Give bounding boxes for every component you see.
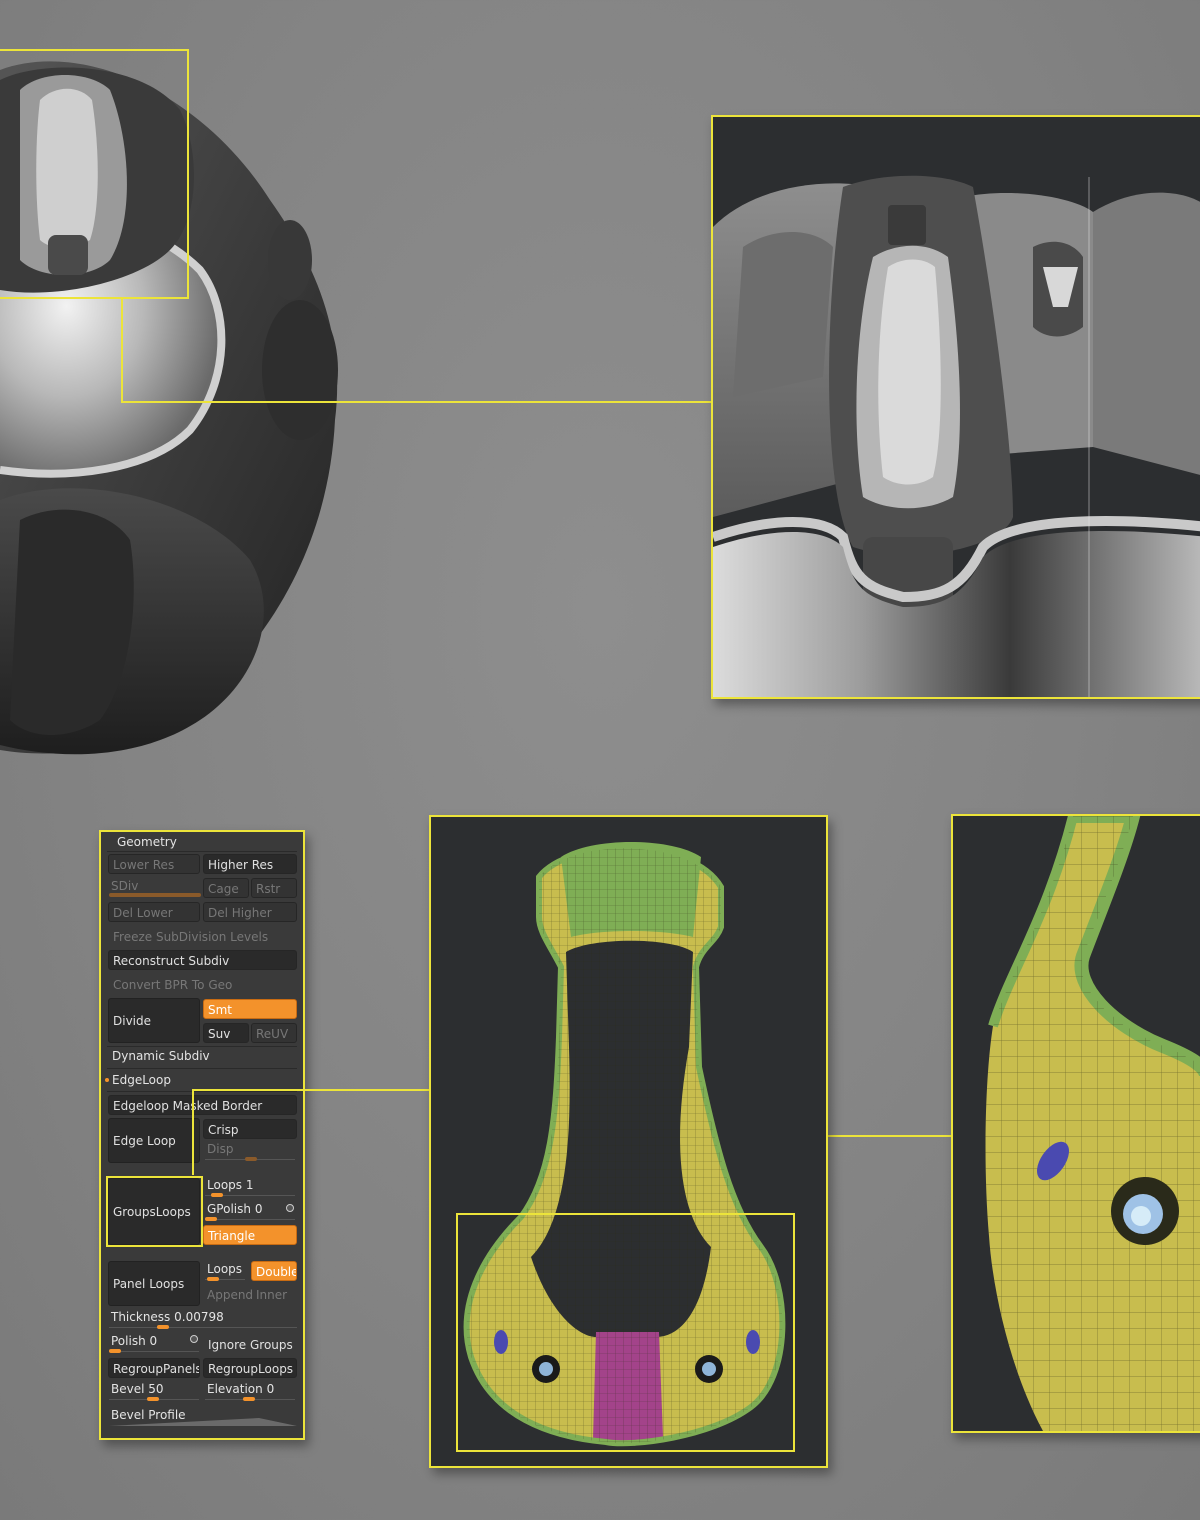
wireframe-zoom-mesh [953, 816, 1200, 1431]
wireframe-viewport [429, 815, 828, 1468]
zoom-viewport-top [711, 115, 1200, 699]
wireframe-callout-box [456, 1213, 795, 1452]
zoom-render-top [713, 117, 1200, 697]
wireframe-zoom-viewport [951, 814, 1200, 1433]
